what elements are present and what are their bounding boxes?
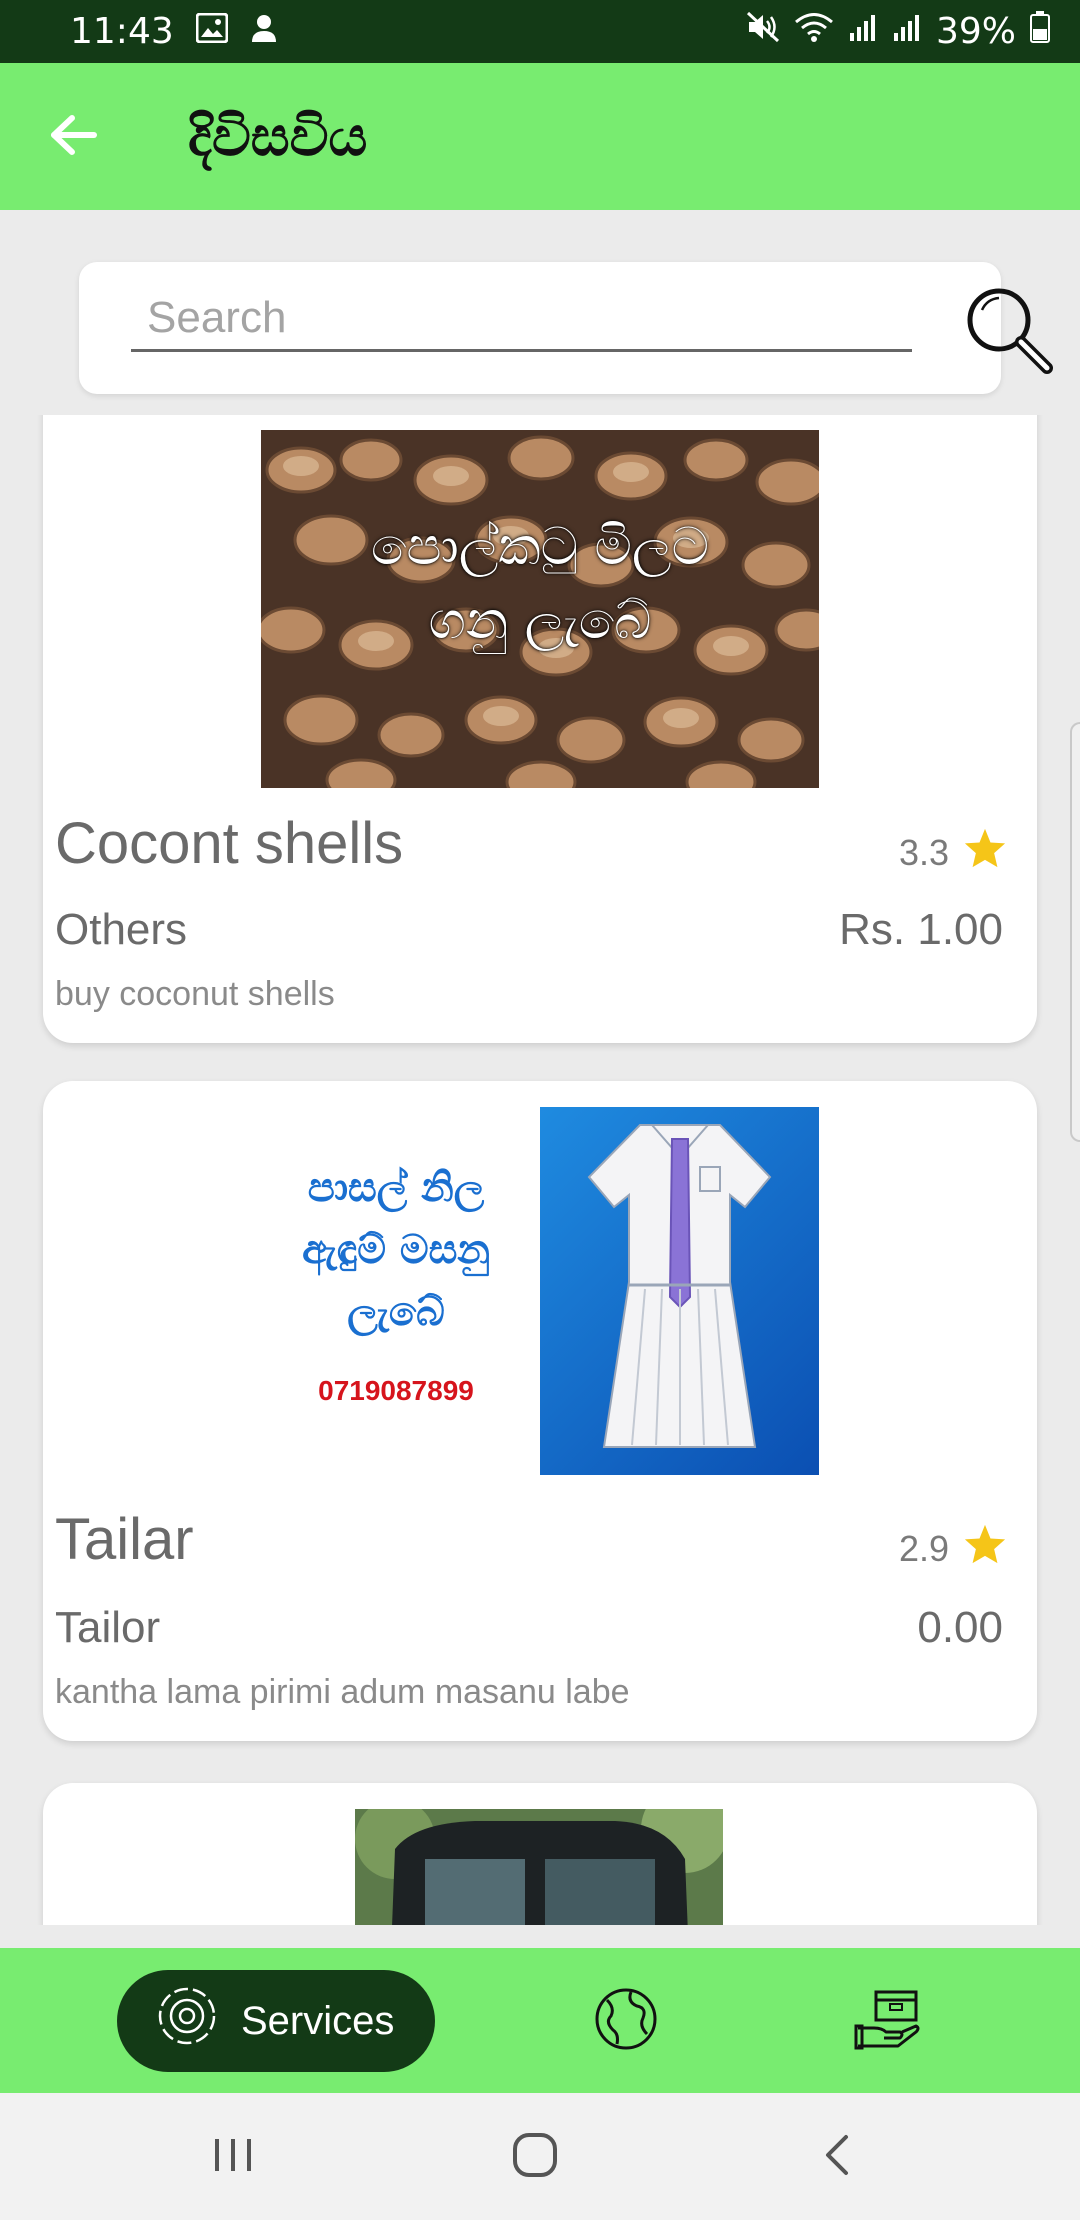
app-bar: දිවිසවිය xyxy=(0,63,1080,210)
signal-icon xyxy=(892,11,922,52)
chevron-left-icon xyxy=(822,2133,852,2181)
magnifier-icon xyxy=(963,284,1055,380)
page-title: දිවිසවිය xyxy=(188,104,368,168)
mute-icon xyxy=(746,11,780,52)
arrow-left-icon xyxy=(50,114,98,159)
image-caption-line: පොල්කටු මිලට xyxy=(371,517,709,577)
listing-description: kantha lama pirimi adum masanu labe xyxy=(55,1673,630,1711)
listing-rating: 3.3 xyxy=(899,827,1007,878)
services-gear-icon xyxy=(155,1984,219,2058)
search-bar xyxy=(79,262,1053,394)
image-phone: 0719087899 xyxy=(318,1375,474,1406)
image-caption-line: ගනු ලැබේ xyxy=(428,591,652,651)
nav-box-button[interactable] xyxy=(838,1970,940,2072)
nav-services-button[interactable]: Services xyxy=(117,1970,435,2072)
listing-price: Rs. 1.00 xyxy=(839,905,1003,954)
star-icon xyxy=(963,827,1007,878)
battery-icon xyxy=(1030,11,1050,52)
listing-description: buy coconut shells xyxy=(55,975,335,1013)
home-icon xyxy=(511,2131,559,2183)
search-button[interactable] xyxy=(959,282,1059,382)
listing-price: 0.00 xyxy=(917,1603,1003,1652)
battery-percent: 39% xyxy=(935,11,1016,52)
recent-apps-button[interactable] xyxy=(188,2117,278,2197)
listing-image xyxy=(355,1809,723,1925)
image-caption-line: ලැබේ xyxy=(347,1289,445,1335)
listing-category: Tailor xyxy=(55,1603,161,1652)
scroll-indicator[interactable] xyxy=(1070,722,1080,1142)
globe-icon xyxy=(593,1986,659,2056)
recent-apps-icon xyxy=(211,2135,255,2179)
system-back-button[interactable] xyxy=(792,2117,882,2197)
bottom-navigation: Services xyxy=(0,1948,1080,2093)
nav-services-label: Services xyxy=(241,1998,395,2043)
listing-title: Tailar xyxy=(55,1507,194,1572)
listing-image: පාසල් නිල ඇඳුම් මසනු ලැබේ 0719087899 xyxy=(261,1107,819,1475)
star-icon xyxy=(963,1523,1007,1574)
wifi-icon xyxy=(794,11,834,52)
listing-image: පොල්කටු මිලට ගනු ලැබේ xyxy=(261,430,819,788)
status-bar: 11:43 39% xyxy=(0,0,1080,63)
listing-card[interactable]: පාසල් නිල ඇඳුම් මසනු ලැබේ 0719087899 Tai… xyxy=(43,1081,1037,1741)
listing-category: Others xyxy=(55,905,188,954)
rating-value: 3.3 xyxy=(898,831,949,873)
nav-globe-button[interactable] xyxy=(575,1970,677,2072)
person-icon xyxy=(250,11,278,52)
search-input[interactable] xyxy=(131,286,912,352)
image-caption-line: ඇඳුම් මසනු xyxy=(302,1227,490,1273)
rating-value: 2.9 xyxy=(898,1527,949,1569)
listing-card[interactable] xyxy=(43,1783,1037,1925)
uniform-picture xyxy=(540,1107,819,1475)
image-icon xyxy=(195,11,229,52)
home-button[interactable] xyxy=(490,2117,580,2197)
listing-list: පොල්කටු මිලට ගනු ලැබේ Cocont shells 3.3 … xyxy=(0,415,1080,1925)
system-navigation-bar xyxy=(0,2093,1080,2220)
signal-icon xyxy=(848,11,878,52)
listing-card[interactable]: පොල්කටු මිලට ගනු ලැබේ Cocont shells 3.3 … xyxy=(43,415,1037,1043)
status-time: 11:43 xyxy=(70,11,174,52)
image-caption-line: පාසල් නිල xyxy=(307,1165,485,1211)
listing-rating: 2.9 xyxy=(899,1523,1007,1574)
back-button[interactable] xyxy=(0,63,140,210)
box-hand-icon xyxy=(854,1988,924,2054)
listing-title: Cocont shells xyxy=(55,811,404,876)
